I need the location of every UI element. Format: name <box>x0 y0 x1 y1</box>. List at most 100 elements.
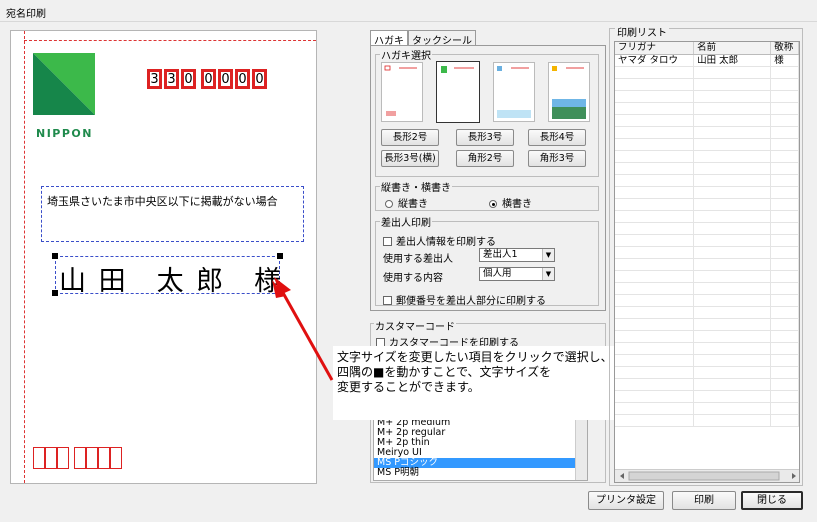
group-title: 印刷リスト <box>615 24 669 39</box>
list-item[interactable]: MS P明朝 <box>374 468 587 478</box>
column-header-furigana[interactable]: フリガナ <box>615 42 695 54</box>
help-tooltip: 文字サイズを変更したい項目をクリックで選択し、 四隅の■を動かすことで、文字サイ… <box>333 346 651 420</box>
checkbox-icon <box>383 237 392 246</box>
margin-guide-top <box>24 40 316 41</box>
orientation-horizontal-radio[interactable]: 横書き <box>489 195 532 210</box>
print-list-group: 印刷リスト フリガナ 名前 敬称 ヤマダ タロウ 山田 太郎 様 <box>609 24 803 486</box>
envelope-naga3-yoko-button[interactable]: 長形3号(横) <box>381 150 439 167</box>
zip-digit: 0 <box>181 69 196 89</box>
hagaki-thumb-2[interactable] <box>436 61 480 123</box>
envelope-naga2-button[interactable]: 長形2号 <box>381 129 439 146</box>
zip-code-boxes[interactable]: 3 3 0 0 0 0 0 <box>147 69 269 89</box>
zip-digit: 3 <box>147 69 162 89</box>
font-list[interactable]: M+ 2p medium M+ 2p regular M+ 2p thin Me… <box>373 417 588 481</box>
hagaki-thumbnails <box>381 61 603 123</box>
group-title: ハガキ選択 <box>381 51 431 62</box>
group-title: 差出人印刷 <box>381 218 431 229</box>
postcard-preview[interactable]: NIPPON 3 3 0 0 0 0 0 埼玉県さいたま市中央区以下に掲載がない… <box>10 30 317 484</box>
table-row <box>615 187 799 199</box>
radio-selected-icon <box>489 200 497 208</box>
table-row <box>615 127 799 139</box>
table-row <box>615 307 799 319</box>
envelope-kaku2-button[interactable]: 角形2号 <box>456 150 514 167</box>
print-button[interactable]: 印刷 <box>672 491 736 510</box>
tab-strip: ハガキ タックシール <box>370 30 476 47</box>
table-row <box>615 295 799 307</box>
table-cell: 山田 太郎 <box>694 55 772 66</box>
table-row[interactable]: ヤマダ タロウ 山田 太郎 様 <box>615 55 799 67</box>
window-title: 宛名印刷 <box>0 0 817 22</box>
resize-handle-bottom-right[interactable] <box>277 290 283 296</box>
table-row <box>615 79 799 91</box>
recipient-name[interactable]: 山 田 太 郎 様 <box>59 259 283 298</box>
orientation-vertical-radio[interactable]: 縦書き <box>385 195 428 210</box>
tab-panel-hagaki: ハガキ選択 長形2号 長形3号 長形4号 長形3号(横) 角形2号 角形3号 縦… <box>370 45 606 311</box>
print-sender-checkbox[interactable]: 差出人情報を印刷する <box>383 233 496 248</box>
table-row <box>615 211 799 223</box>
zip-digit: 0 <box>235 69 250 89</box>
table-row <box>615 319 799 331</box>
column-header-honorific[interactable]: 敬称 <box>771 42 799 54</box>
tab-tack-seal[interactable]: タックシール <box>408 30 476 47</box>
envelope-naga4-button[interactable]: 長形4号 <box>528 129 586 146</box>
table-row <box>615 115 799 127</box>
hagaki-thumb-3[interactable] <box>493 62 535 122</box>
table-row <box>615 367 799 379</box>
envelope-naga3-button[interactable]: 長形3号 <box>456 129 514 146</box>
chevron-down-icon: ▼ <box>542 249 554 261</box>
logo-text: NIPPON <box>36 127 93 140</box>
chevron-down-icon: ▼ <box>542 268 554 280</box>
table-row <box>615 91 799 103</box>
table-row <box>615 343 799 355</box>
margin-guide-left <box>24 31 25 483</box>
hagaki-thumb-1[interactable] <box>381 62 423 122</box>
table-row <box>615 403 799 415</box>
print-list-table[interactable]: フリガナ 名前 敬称 ヤマダ タロウ 山田 太郎 様 <box>614 41 800 483</box>
table-row <box>615 103 799 115</box>
printer-settings-button[interactable]: プリンタ設定 <box>588 491 664 510</box>
table-header: フリガナ 名前 敬称 <box>615 42 799 55</box>
content-select[interactable]: 個人用 ▼ <box>479 267 555 281</box>
resize-handle-top-right[interactable] <box>277 253 283 259</box>
hagaki-thumb-4[interactable] <box>548 62 590 122</box>
resize-handle-top-left[interactable] <box>52 253 58 259</box>
zip-digit: 0 <box>252 69 267 89</box>
column-header-name[interactable]: 名前 <box>694 42 772 54</box>
table-row <box>615 391 799 403</box>
table-row <box>615 223 799 235</box>
table-row <box>615 271 799 283</box>
table-row <box>615 151 799 163</box>
table-row <box>615 67 799 79</box>
zip-digit: 0 <box>218 69 233 89</box>
tab-hagaki[interactable]: ハガキ <box>370 30 408 47</box>
group-title: 縦書き・横書き <box>381 183 451 194</box>
radio-icon <box>385 200 393 208</box>
table-row <box>615 163 799 175</box>
font-list-scrollbar[interactable] <box>575 418 587 480</box>
print-list-horizontal-scrollbar[interactable] <box>615 469 799 482</box>
envelope-kaku3-button[interactable]: 角形3号 <box>528 150 586 167</box>
checkbox-icon <box>383 296 392 305</box>
sender-zip-boxes <box>33 447 122 469</box>
table-row <box>615 259 799 271</box>
table-row <box>615 175 799 187</box>
group-title: カスタマーコード <box>374 318 456 333</box>
nippon-logo-icon <box>33 53 95 115</box>
table-row <box>615 331 799 343</box>
table-row <box>615 283 799 295</box>
table-cell: 様 <box>771 55 799 66</box>
table-row <box>615 139 799 151</box>
table-row <box>615 247 799 259</box>
table-row <box>615 235 799 247</box>
table-row <box>615 379 799 391</box>
content-label: 使用する内容 <box>383 273 443 284</box>
resize-handle-bottom-left[interactable] <box>52 290 58 296</box>
table-row <box>615 199 799 211</box>
address-field[interactable]: 埼玉県さいたま市中央区以下に掲載がない場合 <box>41 186 304 242</box>
sender-label: 使用する差出人 <box>383 254 453 265</box>
table-row <box>615 355 799 367</box>
zip-to-sender-checkbox[interactable]: 郵便番号を差出人部分に印刷する <box>383 292 546 307</box>
sender-select[interactable]: 差出人1 ▼ <box>479 248 555 262</box>
zip-digit: 3 <box>164 69 179 89</box>
close-button[interactable]: 閉じる <box>741 491 803 510</box>
